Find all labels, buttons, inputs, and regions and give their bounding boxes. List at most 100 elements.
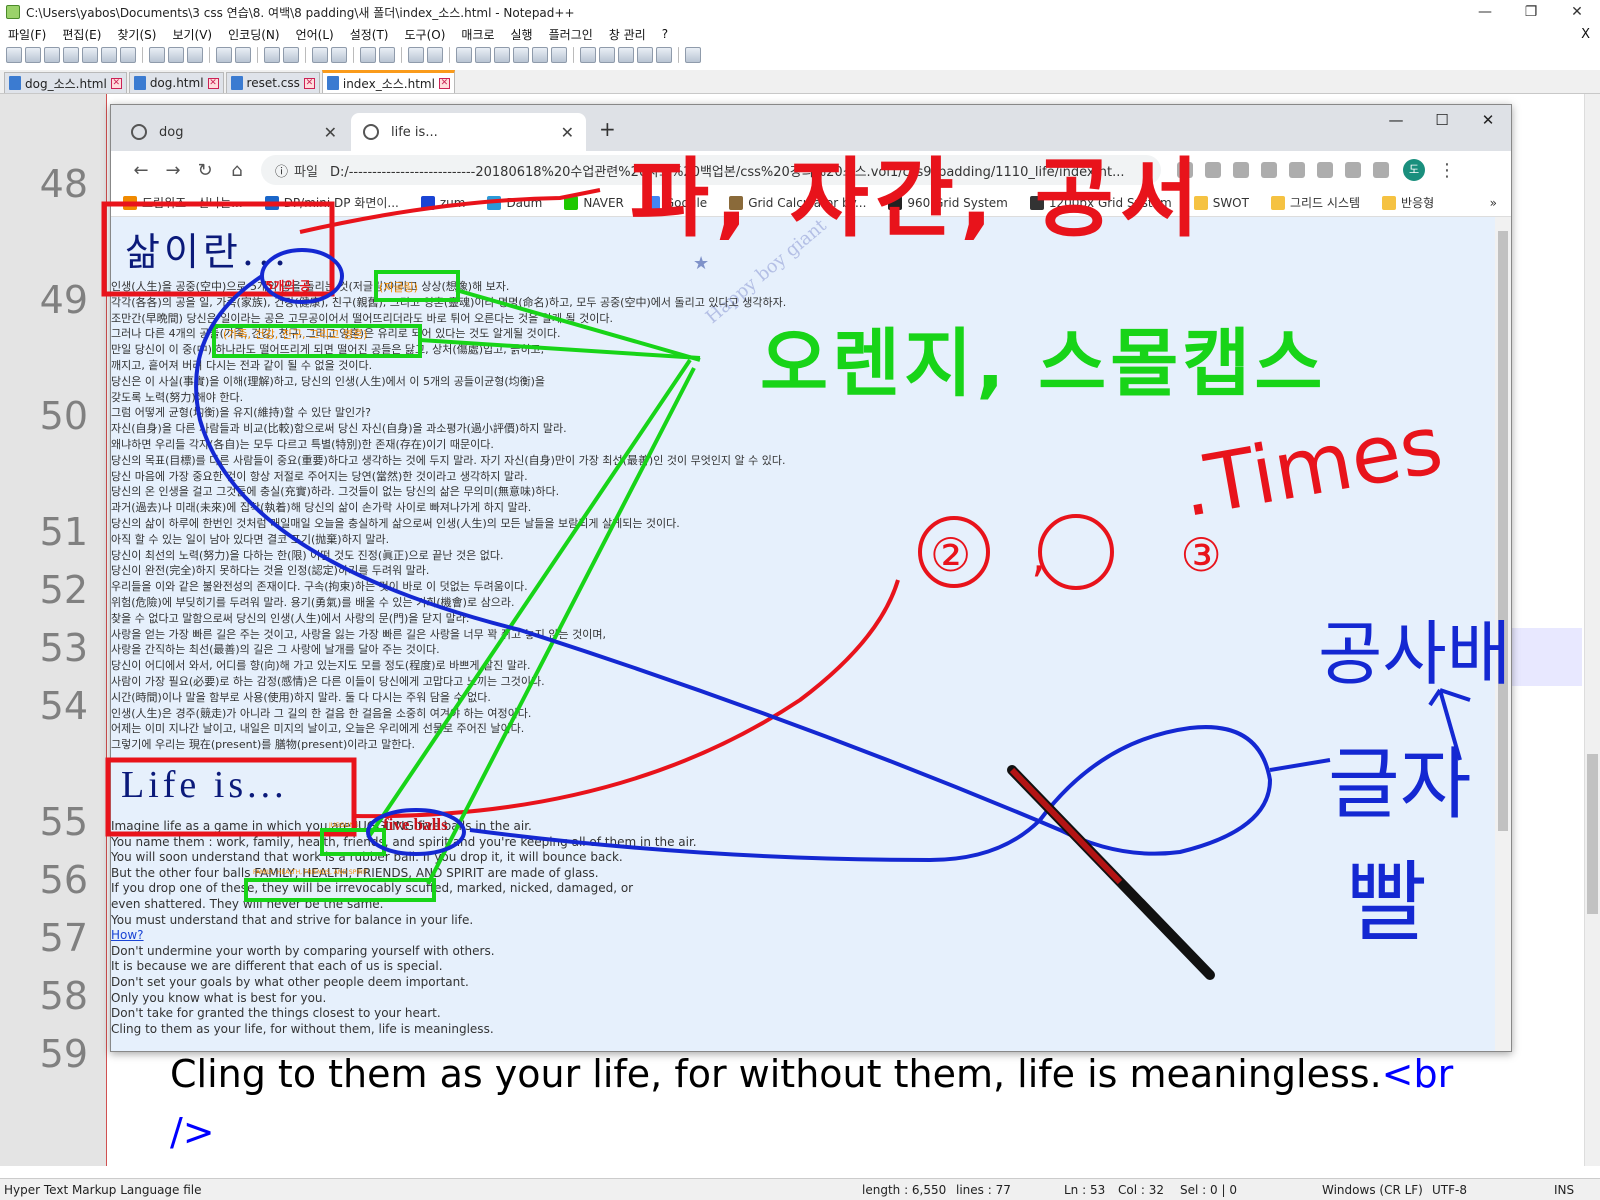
save-macro-icon[interactable] — [656, 47, 672, 63]
indent-guide-icon[interactable] — [456, 47, 472, 63]
english-line: Cling to them as your life, for without … — [111, 1021, 494, 1036]
zoom-out-icon[interactable] — [331, 47, 347, 63]
menu-edit[interactable]: 편집(E) — [54, 26, 109, 43]
bookmark-label: NAVER — [583, 195, 624, 210]
doc-tab[interactable]: reset.css ✕ — [225, 72, 320, 93]
doc-tab-active[interactable]: index_소스.html ✕ — [321, 70, 455, 93]
new-tab-button[interactable]: + — [599, 117, 616, 141]
minimize-button[interactable]: — — [1462, 4, 1508, 20]
print-icon[interactable] — [120, 47, 136, 63]
doc-map-icon[interactable] — [494, 47, 510, 63]
extension-icon[interactable] — [1345, 162, 1361, 178]
launch-browser-icon[interactable] — [685, 47, 701, 63]
copy-icon[interactable] — [168, 47, 184, 63]
browser-maximize-button[interactable]: ☐ — [1419, 105, 1465, 135]
bookmark-item[interactable]: DP/mini DP 화면이... — [264, 194, 399, 211]
settings-gear-icon[interactable] — [1233, 162, 1249, 178]
code-line-59[interactable]: Cling to them as your life, for without … — [170, 1052, 1453, 1096]
bookmark-folder[interactable]: 그리드 시스템 — [1270, 194, 1360, 211]
menu-language[interactable]: 언어(L) — [288, 26, 342, 43]
reload-icon[interactable]: ↻ — [189, 160, 221, 181]
close-tab-icon[interactable]: ✕ — [303, 77, 315, 89]
record-macro-icon[interactable] — [580, 47, 596, 63]
line-number: 59 — [39, 1032, 88, 1076]
zoom-in-icon[interactable] — [312, 47, 328, 63]
browser-tab-life[interactable]: life is... ✕ — [351, 113, 586, 151]
page-scroll-thumb[interactable] — [1498, 231, 1508, 831]
code-line-59-wrap[interactable]: /> — [170, 1110, 215, 1154]
forward-arrow-icon[interactable]: → — [157, 160, 189, 181]
function-list-icon[interactable] — [513, 47, 529, 63]
close-tab-icon[interactable]: ✕ — [324, 123, 337, 142]
folder-workspace-icon[interactable] — [532, 47, 548, 63]
extension-icon[interactable] — [1317, 162, 1333, 178]
korean-line: 당신의 목표(目標)를 다른 사람들이 중요(重要)하다고 생각하는 것에 두지… — [111, 453, 786, 467]
bookmark-folder[interactable]: 반응형 — [1382, 194, 1434, 211]
back-arrow-icon[interactable]: ← — [125, 160, 157, 181]
play-macro-icon[interactable] — [618, 47, 634, 63]
bookmark-item[interactable]: Daum — [487, 195, 542, 210]
extension-icon[interactable] — [1261, 162, 1277, 178]
close-tab-icon[interactable]: ✕ — [438, 77, 450, 89]
redo-icon[interactable] — [235, 47, 251, 63]
close-button[interactable]: ✕ — [1554, 4, 1600, 20]
menu-tools[interactable]: 도구(O) — [397, 26, 454, 43]
word-wrap-icon[interactable] — [408, 47, 424, 63]
open-file-icon[interactable] — [25, 47, 41, 63]
menu-encoding[interactable]: 인코딩(N) — [220, 26, 287, 43]
doc-tab[interactable]: dog_소스.html ✕ — [4, 72, 127, 93]
browser-tab-dog[interactable]: dog ✕ — [119, 113, 349, 151]
language-icon[interactable] — [475, 47, 491, 63]
menu-run[interactable]: 실행 — [503, 26, 541, 43]
browser-minimize-button[interactable]: — — [1373, 105, 1419, 135]
browser-close-button[interactable]: ✕ — [1465, 105, 1511, 135]
close-tab-icon[interactable]: ✕ — [110, 77, 122, 89]
bookmark-item[interactable]: zum — [420, 195, 465, 210]
menu-view[interactable]: 보기(V) — [164, 26, 220, 43]
undo-icon[interactable] — [216, 47, 232, 63]
status-eol: Windows (CR LF) — [1322, 1183, 1423, 1197]
new-file-icon[interactable] — [6, 47, 22, 63]
run-macro-multiple-icon[interactable] — [637, 47, 653, 63]
save-all-icon[interactable] — [63, 47, 79, 63]
bookmark-item[interactable]: NAVER — [564, 195, 624, 210]
menu-window[interactable]: 창 관리 — [601, 26, 654, 43]
info-icon[interactable]: ⓘ — [275, 161, 288, 180]
bookmark-item[interactable]: 드림위즈 - 신나는... — [123, 194, 243, 211]
close-file-icon[interactable] — [82, 47, 98, 63]
find-icon[interactable] — [264, 47, 280, 63]
menu-help[interactable]: ? — [654, 27, 676, 41]
sync-vertical-icon[interactable] — [360, 47, 376, 63]
menu-plugins[interactable]: 플러그인 — [541, 26, 601, 43]
show-all-chars-icon[interactable] — [427, 47, 443, 63]
profile-avatar[interactable]: 도 — [1403, 159, 1425, 181]
extension-icon[interactable] — [1289, 162, 1305, 178]
paste-icon[interactable] — [187, 47, 203, 63]
home-icon[interactable]: ⌂ — [221, 160, 253, 181]
editor-scrollbar[interactable] — [1584, 94, 1600, 1166]
menu-search[interactable]: 찾기(S) — [109, 26, 164, 43]
bookmark-label: 드림위즈 - 신나는... — [142, 196, 243, 210]
sync-horizontal-icon[interactable] — [379, 47, 395, 63]
doc-tab[interactable]: dog.html ✕ — [128, 72, 224, 93]
close-all-icon[interactable] — [101, 47, 117, 63]
stop-macro-icon[interactable] — [599, 47, 615, 63]
kebab-menu-icon[interactable]: ⋮ — [1431, 160, 1463, 181]
extension-icon[interactable] — [1373, 162, 1389, 178]
editor-scroll-thumb[interactable] — [1587, 754, 1598, 914]
cut-icon[interactable] — [149, 47, 165, 63]
how-link[interactable]: How? — [111, 928, 731, 944]
menu-close-doc[interactable]: X — [1573, 27, 1600, 42]
screenshot-icon[interactable] — [1205, 162, 1221, 178]
menu-file[interactable]: 파일(F) — [0, 26, 54, 43]
close-tab-icon[interactable]: ✕ — [561, 123, 574, 142]
save-icon[interactable] — [44, 47, 60, 63]
replace-icon[interactable] — [283, 47, 299, 63]
menu-settings[interactable]: 설정(T) — [342, 26, 397, 43]
restore-button[interactable]: ❐ — [1508, 4, 1554, 20]
close-tab-icon[interactable]: ✕ — [207, 77, 219, 89]
menu-macro[interactable]: 매크로 — [453, 26, 502, 43]
toolbar-separator — [401, 47, 402, 63]
monitoring-icon[interactable] — [551, 47, 567, 63]
bookmarks-overflow[interactable]: » — [1490, 196, 1497, 210]
